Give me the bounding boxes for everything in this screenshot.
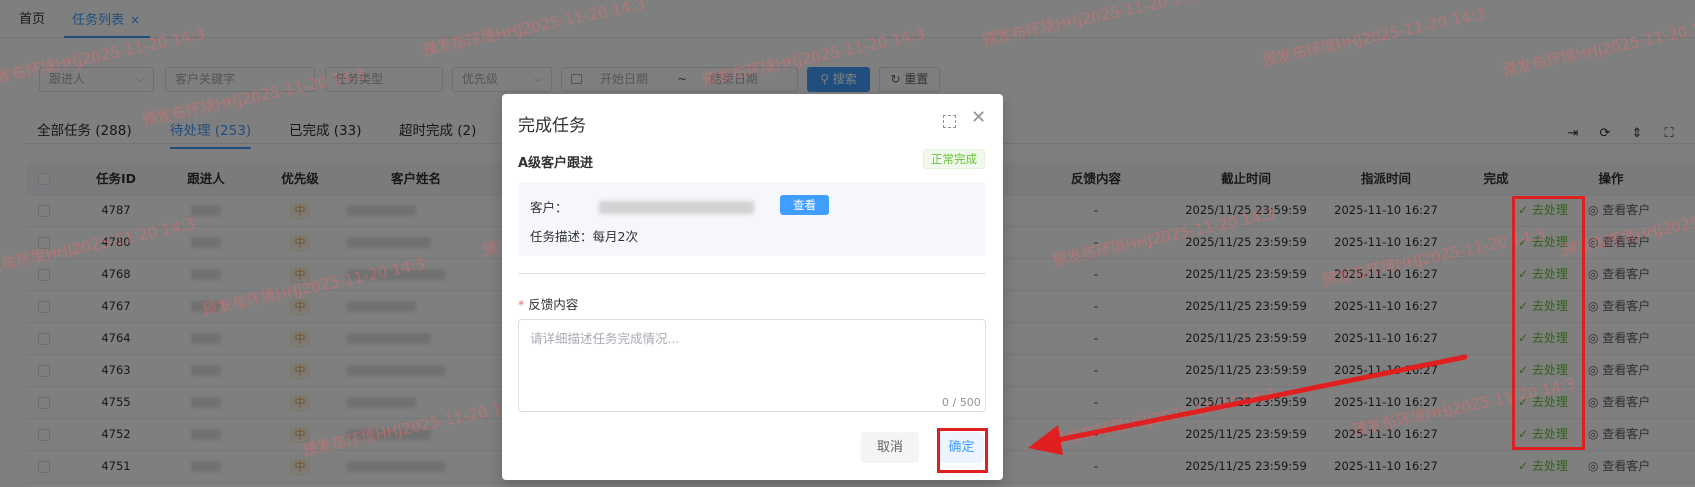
dialog-divider (518, 273, 986, 274)
feedback-textarea[interactable] (518, 319, 986, 412)
cancel-button[interactable]: 取消 (861, 432, 919, 463)
feedback-char-count: 0 / 500 (942, 396, 981, 409)
annotation-box-process-column (1512, 196, 1585, 450)
task-name: A级客户跟进 (518, 156, 594, 171)
feedback-label: * 反馈内容 (518, 294, 578, 313)
annotation-box-confirm (937, 428, 988, 473)
customer-label: 客户： (530, 200, 568, 215)
status-badge: 正常完成 (923, 149, 985, 169)
fullscreen-icon[interactable] (943, 115, 956, 128)
feedback-label-text: 反馈内容 (528, 297, 579, 312)
dialog-title: 完成任务 (518, 116, 586, 136)
close-icon[interactable]: ✕ (971, 108, 986, 128)
complete-task-dialog: 完成任务 ✕ A级客户跟进 正常完成 客户： 查看 任务描述：每月2次 * 反馈内… (502, 94, 1003, 480)
customer-name-redacted (599, 201, 754, 214)
required-mark: * (518, 297, 525, 312)
task-info-box: 客户： 查看 任务描述：每月2次 (518, 182, 986, 256)
task-description: 任务描述：每月2次 (530, 229, 638, 244)
view-customer-button[interactable]: 查看 (780, 195, 829, 215)
